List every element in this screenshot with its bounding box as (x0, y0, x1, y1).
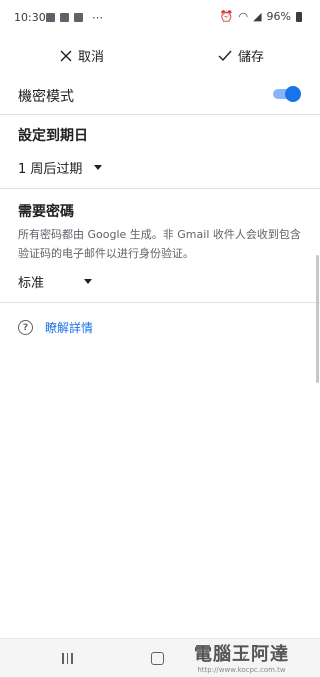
save-button[interactable]: 儲存 (218, 46, 264, 65)
status-bar: 10:30 ⋯ ⏰ ◠ ◢ 96% (0, 0, 320, 34)
passcode-dropdown[interactable]: 标准 (18, 272, 93, 291)
gallery-notification-icon (46, 13, 55, 22)
expiry-selected: 1 周后过期 (18, 162, 83, 177)
status-time: 10:30 (14, 11, 46, 24)
check-icon (218, 50, 232, 61)
passcode-title: 需要密碼 (18, 204, 74, 220)
dropdown-arrow-icon (84, 279, 93, 284)
action-bar: 取消 儲存 (0, 38, 320, 72)
facebook-notification-icon (60, 13, 69, 22)
battery-percent: 96% (266, 10, 291, 23)
signal-icon: ◢ (253, 10, 262, 23)
alarm-icon: ⏰ (219, 10, 234, 23)
dropdown-arrow-icon (94, 165, 103, 170)
confidential-mode-toggle[interactable] (273, 86, 301, 102)
passcode-description: 所有密码都由 Google 生成。非 Gmail 收件人会收到包含验证码的电子邮… (18, 228, 301, 260)
system-status: ⏰ ◠ ◢ 96% (220, 10, 302, 23)
confidential-mode-row[interactable]: 機密模式 (0, 76, 320, 115)
wifi-icon: ◠ (238, 10, 249, 23)
watermark-logo: 電腦王阿達 (194, 644, 289, 665)
expiry-title: 設定到期日 (18, 128, 88, 144)
notification-icons: ⋯ (46, 11, 104, 24)
watermark-url: http://www.kocpc.com.tw (197, 666, 286, 674)
home-button[interactable] (151, 652, 164, 665)
confidential-mode-label: 機密模式 (18, 89, 74, 105)
cancel-button[interactable]: 取消 (60, 46, 104, 65)
facebook-notification-icon-2 (74, 13, 83, 22)
help-icon: ? (18, 320, 33, 335)
scrollbar[interactable] (316, 255, 319, 383)
save-label: 儲存 (238, 50, 265, 65)
close-icon (60, 50, 72, 61)
learn-more-label: 瞭解詳情 (45, 321, 94, 335)
recent-apps-button[interactable] (62, 653, 73, 664)
expiry-dropdown[interactable]: 1 周后过期 (18, 158, 103, 177)
more-notifications-icon: ⋯ (92, 11, 104, 24)
passcode-selected: 标准 (18, 276, 45, 291)
toggle-thumb (285, 86, 301, 102)
learn-more-link[interactable]: ? 瞭解詳情 (18, 319, 93, 336)
divider (0, 302, 320, 303)
cancel-label: 取消 (78, 50, 105, 65)
divider (0, 188, 320, 189)
watermark: 電腦王阿達 http://www.kocpc.com.tw (194, 640, 289, 674)
battery-icon (296, 11, 302, 22)
